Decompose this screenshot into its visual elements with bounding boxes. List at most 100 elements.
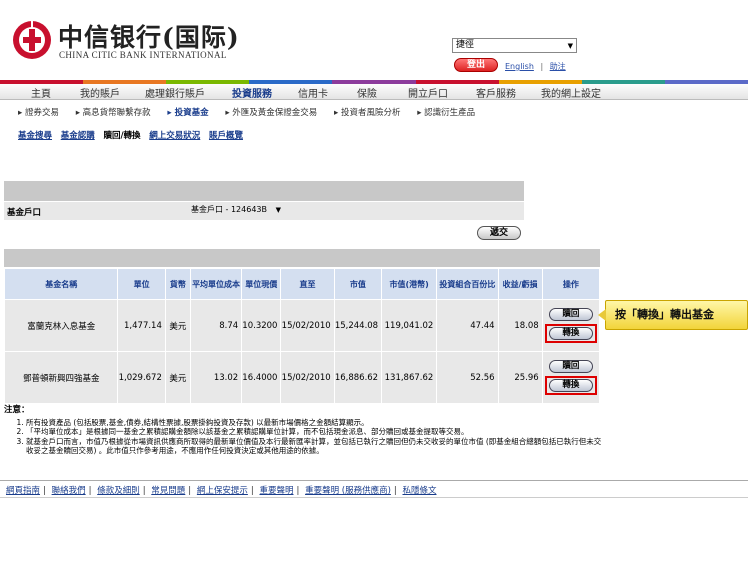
footer-link-privacy[interactable]: 私隱條文 bbox=[402, 486, 436, 496]
account-select[interactable]: 基金戶口 - 124643B ▼ bbox=[189, 204, 283, 217]
nav-item-credit-card[interactable]: 信用卡 bbox=[298, 85, 328, 100]
bank-name-en: CHINA CITIC BANK INTERNATIONAL bbox=[59, 50, 227, 60]
fund-sub-nav: 基金搜尋 基金認購 贖回/轉換 網上交易狀況 賬戶概覽 bbox=[18, 129, 249, 141]
market-value: 16,886.62 bbox=[334, 352, 382, 403]
notes-section: 注意： 所有投資產品 (包括股票,基金,債券,結構性票據,股票掛鈎投資及存款) … bbox=[4, 405, 604, 456]
help-link[interactable]: 助注 bbox=[550, 62, 566, 71]
note-item: 就基金戶口而言，市值乃根據從市場資訊供應商所取得的最新單位價值及本行最新匯率計算… bbox=[26, 437, 604, 456]
subnav-label: 證券交易 bbox=[24, 108, 59, 118]
footer-divider-bottom bbox=[0, 497, 748, 498]
market-value: 15,244.08 bbox=[334, 300, 382, 351]
nav-item-my-accounts[interactable]: 我的賬戶 bbox=[80, 85, 120, 100]
bank-name-cn: 中信银行(国际) bbox=[58, 23, 240, 52]
notes-list: 所有投資產品 (包括股票,基金,債券,結構性票據,股票掛鈎投資及存款) 以最新市… bbox=[26, 418, 604, 456]
note-item: 「平均單位成本」是根據同一基金之累積認購金額除以該基金之累積認購單位計算，而不包… bbox=[26, 427, 604, 437]
footer-link-site-guide[interactable]: 網頁指南 bbox=[6, 486, 40, 496]
chevron-down-icon: ▼ bbox=[275, 206, 281, 214]
switch-button[interactable]: 轉換 bbox=[548, 379, 593, 392]
instruction-callout: 按「轉換」轉出基金 bbox=[598, 300, 748, 330]
switch-highlight: 轉換 bbox=[544, 324, 597, 343]
footer-link-disclaimer-provider[interactable]: 重要聲明 (服務供應商) bbox=[305, 486, 391, 496]
currency-value: 美元 bbox=[165, 300, 190, 351]
nav-item-settings[interactable]: 我的網上設定 bbox=[541, 85, 601, 100]
footer-divider bbox=[0, 480, 748, 481]
nav-item-customer-service[interactable]: 客戶服務 bbox=[476, 85, 516, 100]
col-fund-name: 基金名稱 bbox=[5, 269, 118, 299]
profit-loss-value: 25.96 bbox=[498, 352, 542, 403]
avg-cost-value: 8.74 bbox=[190, 300, 242, 351]
footer-link-faq[interactable]: 常見問題 bbox=[151, 486, 185, 496]
fund-search-link[interactable]: 基金搜尋 bbox=[18, 131, 52, 141]
online-status-link[interactable]: 網上交易狀況 bbox=[149, 131, 200, 141]
subnav-label: 投資基金 bbox=[174, 108, 209, 118]
footer-link-security[interactable]: 網上保安提示 bbox=[197, 486, 248, 496]
subnav-item-derivatives[interactable]: ▸ 認識衍生產品 bbox=[417, 108, 482, 118]
nav-item-open-account[interactable]: 開立戶口 bbox=[408, 85, 448, 100]
main-nav: 主頁 我的賬戶 處理銀行賬戶 投資服務 信用卡 保險 開立戶口 客戶服務 我的網… bbox=[0, 84, 748, 100]
market-value-hkd: 119,041.02 bbox=[382, 300, 437, 351]
nav-item-investment[interactable]: 投資服務 bbox=[232, 85, 272, 100]
col-avg-cost: 平均單位成本 bbox=[190, 269, 242, 299]
price-value: 16.4000 bbox=[242, 352, 281, 403]
switch-button[interactable]: 轉換 bbox=[548, 327, 593, 340]
shortcut-select[interactable]: 捷徑 ▼ bbox=[452, 38, 577, 53]
col-profit-loss: 收益/虧損 bbox=[498, 269, 542, 299]
col-units: 單位 bbox=[118, 269, 165, 299]
submit-button[interactable]: 遞交 bbox=[477, 226, 521, 240]
footer-link-disclaimer[interactable]: 重要聲明 bbox=[259, 486, 293, 496]
action-cell: 贖回 轉換 bbox=[542, 352, 599, 403]
redeem-switch-current: 贖回/轉換 bbox=[103, 131, 141, 141]
sub-nav: ▸ 證券交易 ▸ 高息貨幣聯繫存款 ▸ 投資基金 ▸ 外匯及黃金保證金交易 ▸ … bbox=[18, 106, 489, 118]
fund-name: 富蘭克林入息基金 bbox=[5, 300, 118, 351]
price-value: 10.3200 bbox=[242, 300, 281, 351]
subnav-item-securities[interactable]: ▸ 證券交易 bbox=[18, 108, 66, 118]
header: 中信银行(国际) CHINA CITIC BANK INTERNATIONAL … bbox=[0, 0, 748, 78]
switch-highlight: 轉換 bbox=[544, 376, 597, 395]
english-link[interactable]: English bbox=[505, 62, 534, 71]
footer-link-contact[interactable]: 聯絡我們 bbox=[52, 486, 86, 496]
fund-subscribe-link[interactable]: 基金認購 bbox=[61, 131, 95, 141]
table-row: 富蘭克林入息基金 1,477.14 美元 8.74 10.3200 15/02/… bbox=[5, 300, 599, 351]
col-portfolio-pct: 投資組合百份比 bbox=[437, 269, 498, 299]
subnav-item-fx-gold[interactable]: ▸ 外匯及黃金保證金交易 bbox=[225, 108, 324, 118]
nav-item-home[interactable]: 主頁 bbox=[31, 85, 51, 100]
nav-item-bank-accounts[interactable]: 處理銀行賬戶 bbox=[145, 85, 205, 100]
nav-item-insurance[interactable]: 保險 bbox=[357, 85, 377, 100]
redeem-button[interactable]: 贖回 bbox=[548, 308, 593, 321]
footer-separator: | bbox=[250, 486, 254, 496]
table-header-row: 基金名稱 單位 貨幣 平均單位成本 單位現價 直至 市值 市值(港幣) 投資組合… bbox=[5, 269, 599, 299]
redeem-button[interactable]: 贖回 bbox=[548, 360, 593, 373]
subnav-label: 認識衍生產品 bbox=[424, 108, 476, 118]
col-price: 單位現價 bbox=[242, 269, 281, 299]
account-select-value: 基金戶口 - 124643B bbox=[191, 205, 267, 214]
profit-loss-value: 18.08 bbox=[498, 300, 542, 351]
subnav-item-funds[interactable]: ▸ 投資基金 bbox=[167, 108, 215, 118]
account-panel-header bbox=[4, 181, 524, 201]
col-market-value-hkd: 市值(港幣) bbox=[382, 269, 437, 299]
top-links: English | 助注 bbox=[505, 61, 566, 72]
account-row: 基金戶口 基金戶口 - 124643B ▼ bbox=[4, 202, 524, 220]
market-value-hkd: 131,867.62 bbox=[382, 352, 437, 403]
date-value: 15/02/2010 bbox=[281, 300, 334, 351]
subnav-item-deposits[interactable]: ▸ 高息貨幣聯繫存款 bbox=[76, 108, 158, 118]
table-row: 鄧普頓新興四強基金 1,029.672 美元 13.02 16.4000 15/… bbox=[5, 352, 599, 403]
col-currency: 貨幣 bbox=[165, 269, 190, 299]
account-label: 基金戶口 bbox=[7, 208, 42, 218]
citic-logo-icon bbox=[13, 20, 51, 59]
logout-button[interactable]: 登出 bbox=[454, 58, 498, 72]
currency-value: 美元 bbox=[165, 352, 190, 403]
units-value: 1,029.672 bbox=[118, 352, 165, 403]
portfolio-pct-value: 47.44 bbox=[437, 300, 498, 351]
action-cell: 贖回 轉換 bbox=[542, 300, 599, 351]
avg-cost-value: 13.02 bbox=[190, 352, 242, 403]
footer-link-terms[interactable]: 條款及細則 bbox=[97, 486, 140, 496]
account-overview-link[interactable]: 賬戶概覽 bbox=[209, 131, 243, 141]
subnav-item-risk-profile[interactable]: ▸ 投資者風險分析 bbox=[334, 108, 407, 118]
holdings-header-bar bbox=[4, 249, 600, 267]
subnav-label: 高息貨幣聯繫存款 bbox=[82, 108, 151, 118]
subnav-label: 投資者風險分析 bbox=[340, 108, 401, 118]
notes-title: 注意： bbox=[4, 405, 30, 415]
date-value: 15/02/2010 bbox=[281, 352, 334, 403]
units-value: 1,477.14 bbox=[118, 300, 165, 351]
holdings-table: 基金名稱 單位 貨幣 平均單位成本 單位現價 直至 市值 市值(港幣) 投資組合… bbox=[4, 268, 600, 404]
